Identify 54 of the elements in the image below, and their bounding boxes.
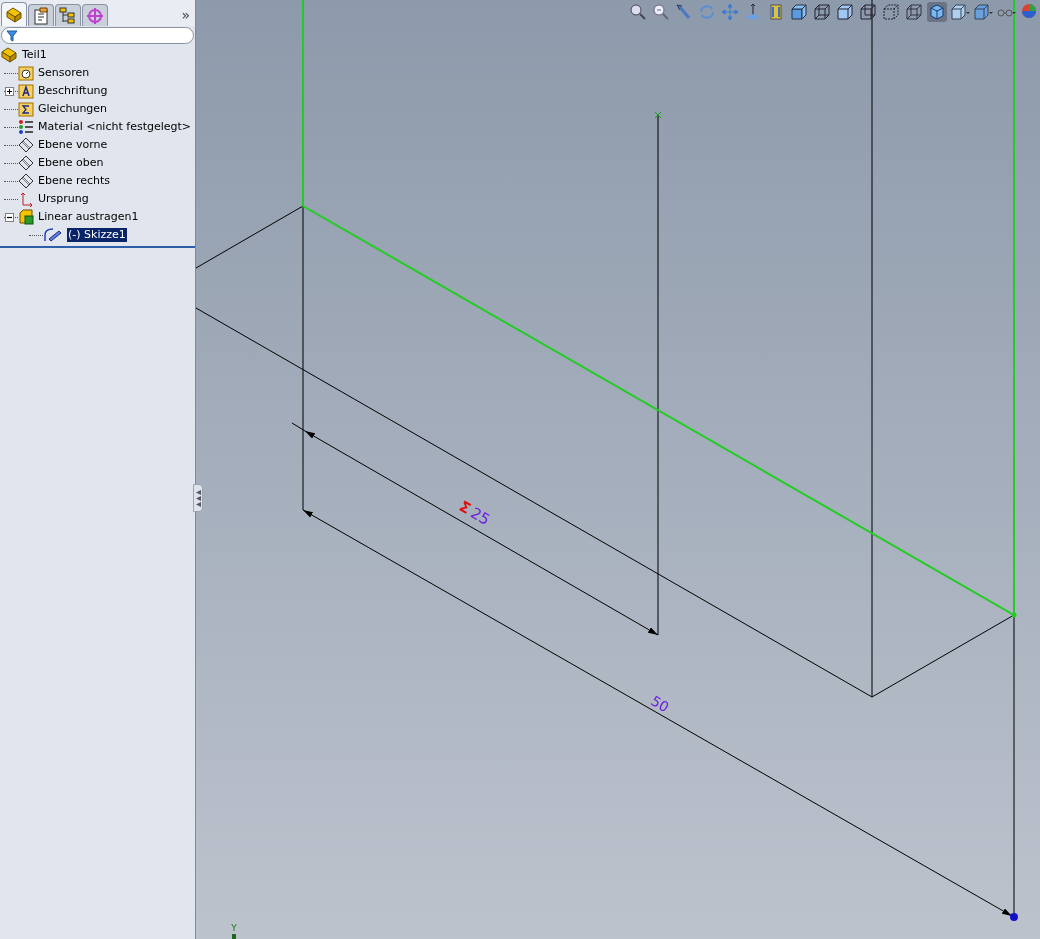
tree-item[interactable]: Teil1 (22, 46, 47, 64)
point-mark-icon (654, 111, 662, 119)
expand-toggle[interactable] (5, 86, 14, 96)
plane-icon (18, 137, 34, 153)
tree-item[interactable]: Linear austragen1 (38, 208, 139, 226)
tree-item[interactable]: Ursprung (38, 190, 89, 208)
axis-triad-icon (231, 933, 237, 939)
panel-tab[interactable] (82, 4, 108, 26)
origin-icon (18, 191, 34, 207)
plane-icon (18, 155, 34, 171)
tree-item[interactable]: Sensoren (38, 64, 90, 82)
dimension-value[interactable]: 50 (648, 692, 672, 716)
collapse-toggle[interactable] (5, 212, 14, 222)
tree-item[interactable]: Ebene rechts (38, 172, 111, 190)
tree-item[interactable]: Ebene oben (38, 154, 104, 172)
tree-item[interactable]: (-) Skizze1 (67, 228, 127, 242)
panel-tab[interactable] (55, 4, 81, 26)
extension-line (291, 422, 306, 432)
panel-tab[interactable] (28, 4, 54, 26)
cube-dropdown-icon[interactable] (950, 2, 970, 22)
axis-label: Y (231, 924, 237, 933)
filter-icon (6, 29, 18, 42)
tree-item[interactable]: Ebene vorne (38, 136, 108, 154)
property-sheet-icon (33, 6, 49, 25)
shaded-cube-icon[interactable] (927, 2, 947, 22)
filter-field[interactable] (1, 27, 194, 44)
plane-icon (18, 173, 34, 189)
wireframe-cube-icon[interactable] (904, 2, 924, 22)
wireframe-cube-icon[interactable] (835, 2, 855, 22)
tree-item[interactable]: Gleichungen (38, 100, 108, 118)
sketch-icon (43, 227, 63, 243)
panel-tab[interactable] (1, 2, 27, 26)
expand-panel-button[interactable]: » (181, 8, 190, 22)
wireframe-cube-icon[interactable] (812, 2, 832, 22)
zoom-area-icon[interactable] (651, 2, 671, 22)
plus-icon (7, 88, 12, 94)
configuration-icon (59, 6, 77, 25)
wireframe-cube-icon[interactable] (858, 2, 878, 22)
endpoint-dot (1011, 612, 1017, 618)
endpoint-dot (1010, 913, 1018, 921)
crosshair-icon (86, 6, 104, 25)
minus-icon (7, 214, 12, 220)
letter-folder-icon (18, 83, 34, 99)
shaded-cube-icon[interactable] (789, 2, 809, 22)
part-icon (0, 46, 18, 64)
gauge-folder-icon (18, 65, 34, 81)
tree-item[interactable]: Beschriftung (38, 82, 108, 100)
material-icon (18, 119, 34, 135)
zoom-to-fit-icon[interactable] (628, 2, 648, 22)
sigma-folder-icon (18, 101, 34, 117)
extrude-icon (18, 209, 34, 225)
cube-dropdown-icon[interactable] (973, 2, 993, 22)
tree-item[interactable]: Material <nicht festgelegt> (38, 118, 192, 136)
part-icon (5, 5, 23, 24)
